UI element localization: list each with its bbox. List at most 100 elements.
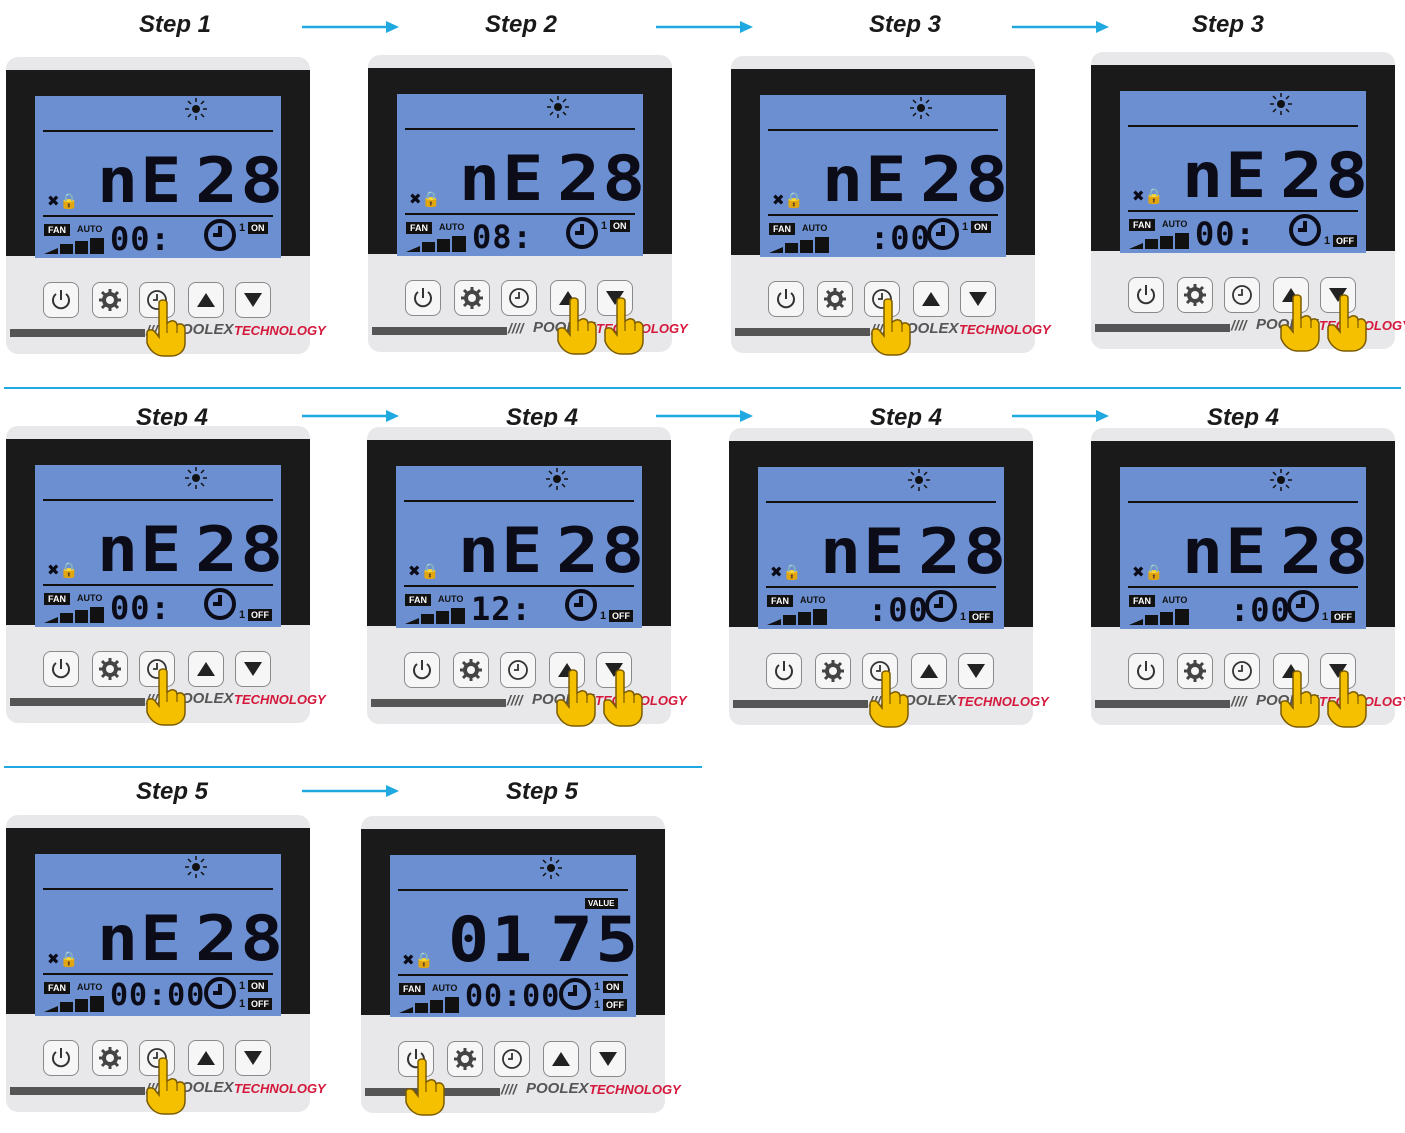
step-title-5a: Step 5 [135, 778, 209, 805]
fan-speed-bars-icon [769, 237, 829, 253]
off-label: OFF [609, 610, 633, 622]
timer-number: 1 [239, 222, 246, 234]
lcd-divider [766, 501, 996, 503]
power-button[interactable] [43, 282, 79, 318]
auto-label: AUTO [1162, 595, 1188, 605]
timer-number: 1 [1322, 611, 1329, 623]
tools-lock-icon: ✖🔒 [772, 192, 804, 209]
gear-button[interactable] [447, 1041, 483, 1077]
gear-button[interactable] [817, 281, 853, 317]
fan-label: FAN [44, 224, 70, 236]
timer-clock-icon [924, 589, 958, 623]
gear-button[interactable] [92, 282, 128, 318]
tools-lock-icon: ✖🔒 [47, 193, 79, 210]
down-arrow-button[interactable] [958, 653, 994, 689]
fan-label: FAN [767, 595, 793, 607]
lcd-display: nE 28 ✖🔒 FAN AUTO:00 1 OFF [758, 467, 1006, 629]
auto-label: AUTO [77, 224, 103, 234]
lcd-divider [43, 973, 273, 975]
temperature-value: 28 [195, 902, 286, 975]
timer-number: 1 [600, 610, 607, 622]
timer-number: 1 [239, 998, 246, 1010]
flow-arrow-icon [302, 21, 399, 33]
down-arrow-button[interactable] [960, 281, 996, 317]
tools-lock-icon: ✖🔒 [47, 562, 79, 579]
screen-bezel: nE 28 ✖🔒 FAN AUTO 08: 1 ON [368, 68, 672, 256]
mode-code: nE [820, 515, 907, 588]
power-button[interactable] [1128, 653, 1164, 689]
auto-label: AUTO [802, 223, 828, 233]
sun-icon [185, 98, 207, 120]
fan-speed-bars-icon [767, 609, 827, 625]
clock-button[interactable] [501, 280, 537, 316]
thermostat-panel: nE28✖🔒FANAUTO00:1OFF////POOLEXTECHNOLOGY [6, 426, 326, 726]
up-arrow-button[interactable] [188, 1040, 224, 1076]
power-button[interactable] [404, 652, 440, 688]
tools-lock-icon: ✖🔒 [408, 563, 440, 580]
power-button[interactable] [43, 1040, 79, 1076]
brand-bar [1095, 700, 1230, 708]
power-button[interactable] [43, 651, 79, 687]
temperature-value: 28 [195, 513, 286, 586]
flow-arrow-icon [656, 410, 753, 422]
timer-clock-icon [564, 588, 598, 622]
fan-speed-bars-icon [44, 607, 104, 623]
brand-slashes: //// [501, 1081, 517, 1097]
mode-code: nE [97, 902, 184, 975]
up-arrow-button[interactable] [188, 651, 224, 687]
pointing-hand-icon [1279, 294, 1321, 352]
pointing-hand-icon [1279, 670, 1321, 728]
power-button[interactable] [405, 280, 441, 316]
lcd-display: VALUE 01 75 ✖🔒 FAN AUTO 00:00 1 ON 1 OFF [390, 855, 638, 1017]
lcd-divider [404, 500, 634, 502]
gear-button[interactable] [1177, 653, 1213, 689]
gear-button[interactable] [1177, 277, 1213, 313]
gear-button[interactable] [815, 653, 851, 689]
timer-number: 1 [594, 999, 601, 1011]
clock-button[interactable] [1224, 653, 1260, 689]
timer-number: 1 [594, 981, 601, 993]
gear-button[interactable] [92, 651, 128, 687]
lcd-divider [43, 130, 273, 132]
fan-speed-bars-icon [406, 236, 466, 252]
lcd-display: nE 28 ✖🔒 FAN AUTO 12: 1 OFF [396, 466, 644, 628]
timer-clock-icon [203, 587, 237, 621]
power-button[interactable] [768, 281, 804, 317]
step-title-1: Step 1 [138, 11, 212, 38]
power-button[interactable] [766, 653, 802, 689]
up-arrow-button[interactable] [543, 1041, 579, 1077]
gear-button[interactable] [454, 280, 490, 316]
down-arrow-button[interactable] [235, 651, 271, 687]
brand-bar [10, 329, 145, 337]
auto-label: AUTO [77, 982, 103, 992]
clock-button[interactable] [1224, 277, 1260, 313]
up-arrow-button[interactable] [911, 653, 947, 689]
thermostat-panel: VALUE 01 75 ✖🔒 FAN AUTO 00:00 1 ON 1 OFF //// POOLEX… [361, 816, 681, 1116]
clock-button[interactable] [500, 652, 536, 688]
down-arrow-button[interactable] [590, 1041, 626, 1077]
timer-digits: 00:00 [110, 978, 206, 1013]
temperature-value: 28 [556, 514, 647, 587]
flow-arrow-icon [656, 21, 753, 33]
timer-clock-icon [203, 976, 237, 1010]
pointing-hand-icon [602, 669, 644, 727]
power-button[interactable] [1128, 277, 1164, 313]
clock-button[interactable] [494, 1041, 530, 1077]
fan-speed-bars-icon [1129, 609, 1189, 625]
fan-label: FAN [1129, 595, 1155, 607]
down-arrow-button[interactable] [235, 1040, 271, 1076]
up-arrow-button[interactable] [188, 282, 224, 318]
lcd-divider [768, 129, 998, 131]
screen-bezel: nE 28 ✖🔒 FAN AUTO 12: 1 OFF [367, 440, 671, 628]
gear-button[interactable] [453, 652, 489, 688]
step-title-2: Step 2 [484, 11, 558, 38]
off-label: OFF [969, 611, 993, 623]
auto-label: AUTO [77, 593, 103, 603]
gear-button[interactable] [92, 1040, 128, 1076]
down-arrow-button[interactable] [235, 282, 271, 318]
brand-name: POOLEX [526, 1080, 589, 1097]
brand-bar [733, 700, 868, 708]
on-label: ON [971, 221, 991, 233]
up-arrow-button[interactable] [913, 281, 949, 317]
temperature-value: 28 [920, 143, 1011, 216]
